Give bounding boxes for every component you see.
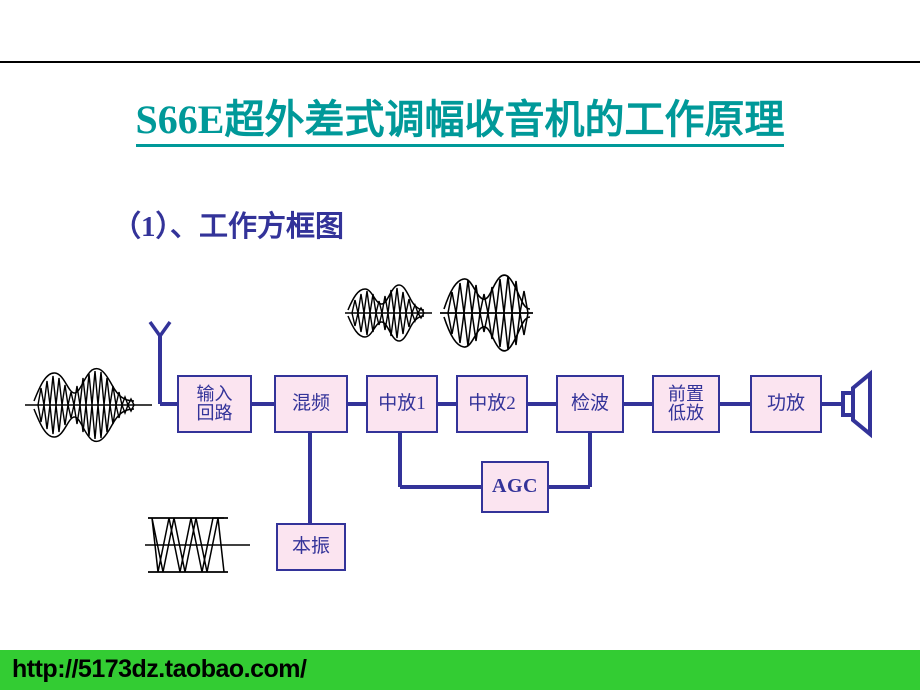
- oscillator-waveform-icon: [145, 517, 250, 573]
- footer-url[interactable]: http://5173dz.taobao.com/: [12, 655, 307, 684]
- am-waveform-small-icon: [25, 367, 152, 443]
- speaker-icon: [841, 369, 872, 439]
- block-if-amp-2[interactable]: 中放2: [456, 375, 528, 433]
- block-mixer[interactable]: 混频: [274, 375, 348, 433]
- header-divider: [0, 61, 920, 63]
- block-if-amp-1[interactable]: 中放1: [366, 375, 438, 433]
- block-mixer-label: 混频: [291, 392, 330, 414]
- am-waveform-medium-icon: [345, 284, 432, 342]
- block-preamp[interactable]: 前置 低放: [652, 375, 720, 433]
- page-title-latin: S66E: [135, 97, 225, 142]
- block-local-oscillator[interactable]: 本振: [276, 523, 346, 571]
- block-preamp-label: 前置 低放: [668, 383, 704, 423]
- block-detector-label: 检波: [570, 392, 609, 414]
- block-if-amp-1-label: 中放1: [378, 392, 426, 414]
- section-subtitle: （1）、工作方框图: [112, 211, 345, 243]
- block-detector[interactable]: 检波: [556, 375, 624, 433]
- page-title: S66E超外差式调幅收音机的工作原理: [0, 96, 920, 147]
- block-input-circuit[interactable]: 输入 回路: [177, 375, 252, 433]
- slide-canvas: S66E超外差式调幅收音机的工作原理 （1）、工作方框图 输入 回路 混频 中放…: [0, 0, 920, 690]
- block-local-oscillator-label: 本振: [291, 535, 330, 557]
- block-input-circuit-label: 输入 回路: [196, 383, 233, 423]
- block-power-amp-label: 功放: [766, 392, 805, 414]
- block-if-amp-2-label: 中放2: [468, 392, 516, 414]
- am-waveform-large-icon: [440, 274, 533, 352]
- block-power-amp[interactable]: 功放: [750, 375, 822, 433]
- block-agc-label: AGC: [492, 475, 538, 498]
- block-agc[interactable]: AGC: [481, 461, 549, 513]
- page-title-cjk: 超外差式调幅收音机的工作原理: [224, 97, 785, 142]
